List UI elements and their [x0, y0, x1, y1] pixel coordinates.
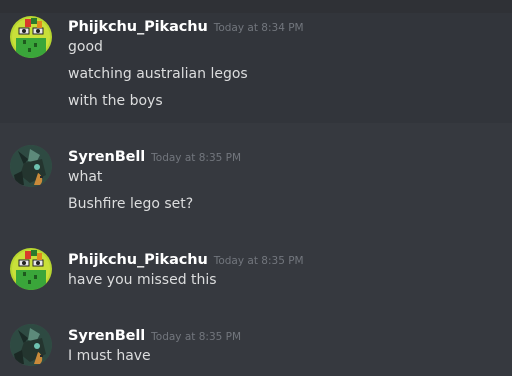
avatar[interactable]	[10, 145, 52, 187]
username[interactable]: Phijkchu_Pikachu	[68, 19, 208, 35]
message-text: with the boys	[68, 93, 163, 109]
message-text: watching australian legos	[68, 66, 248, 82]
timestamp: Today at 8:35 PM	[213, 255, 304, 267]
message-text: what	[68, 169, 103, 185]
changeling-pony-avatar-icon	[10, 145, 52, 187]
pikachu-cactus-avatar-icon	[10, 16, 52, 58]
message-group: Phijkchu_Pikachu Today at 8:35 PM have yo…	[0, 248, 512, 298]
changeling-pony-avatar-icon	[10, 324, 52, 366]
timestamp: Today at 8:35 PM	[151, 152, 242, 164]
username[interactable]: SyrenBell	[68, 149, 145, 165]
avatar[interactable]	[10, 248, 52, 290]
message-text: I must have	[68, 348, 151, 364]
message-group: SyrenBell Today at 8:35 PM what Bushfire …	[0, 145, 512, 225]
timestamp: Today at 8:35 PM	[151, 331, 242, 343]
avatar[interactable]	[10, 324, 52, 366]
message-text: have you missed this	[68, 272, 217, 288]
avatar[interactable]	[10, 16, 52, 58]
message-group: Phijkchu_Pikachu Today at 8:34 PM good wa…	[0, 13, 512, 123]
message-group: SyrenBell Today at 8:35 PM I must have	[0, 324, 512, 374]
message-text: Bushfire lego set?	[68, 196, 194, 212]
message-text: good	[68, 39, 103, 55]
username[interactable]: Phijkchu_Pikachu	[68, 252, 208, 268]
timestamp: Today at 8:34 PM	[213, 22, 304, 34]
pikachu-cactus-avatar-icon	[10, 248, 52, 290]
chat-message-list: Phijkchu_Pikachu Today at 8:34 PM good wa…	[0, 0, 512, 376]
username[interactable]: SyrenBell	[68, 328, 145, 344]
